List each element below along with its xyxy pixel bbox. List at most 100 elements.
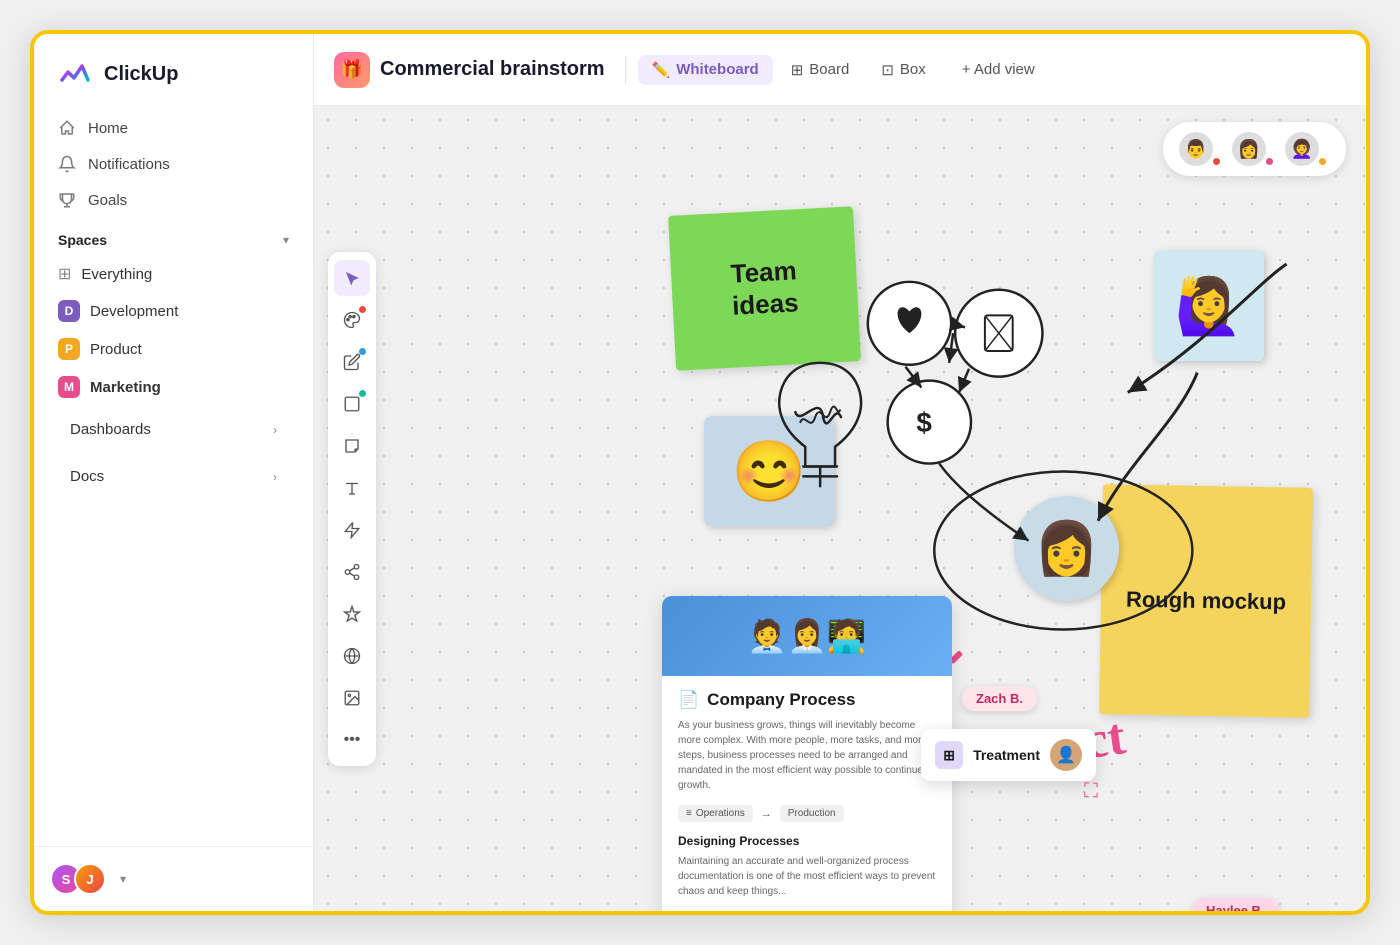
flow-from: ≡ Operations — [678, 805, 753, 822]
tool-lightning[interactable] — [334, 512, 370, 548]
logo-area[interactable]: ClickUp — [34, 34, 313, 110]
man-face-icon: 😊 — [732, 436, 807, 507]
tool-more[interactable]: ••• — [334, 722, 370, 758]
home-label: Home — [88, 120, 128, 137]
doc-icon: 📄 — [678, 690, 699, 710]
sidebar-item-notifications[interactable]: Notifications — [46, 146, 301, 182]
cursor-icon: ⛶ — [1084, 780, 1098, 803]
sidebar-item-everything[interactable]: ⊞ Everything — [46, 256, 301, 292]
sticky-note-green[interactable]: Teamideas — [668, 206, 861, 370]
tab-box[interactable]: ⊡ Box — [867, 55, 939, 85]
tool-square[interactable] — [334, 386, 370, 422]
pencil-tool-icon — [343, 353, 361, 371]
sidebar-navigation: Home Notifications Goals Spaces ▾ — [34, 110, 313, 846]
user-menu-chevron-icon: ▾ — [120, 872, 126, 886]
collaborator-avatars: 👨 👩 👩‍🦱 — [1163, 122, 1346, 176]
tool-palette[interactable] — [334, 302, 370, 338]
sidebar-item-goals[interactable]: Goals — [46, 182, 301, 218]
sticky-green-text: Teamideas — [730, 256, 800, 322]
grid-icon: ⊞ — [58, 264, 71, 284]
doc-card-subtext: Maintaining an accurate and well-organiz… — [678, 854, 936, 899]
tool-share[interactable] — [334, 554, 370, 590]
square-tool-icon — [343, 395, 361, 413]
more-dots-icon: ••• — [344, 731, 361, 749]
board-tab-label: Board — [809, 61, 849, 78]
topbar-brand: 🎁 Commercial brainstorm — [334, 52, 605, 88]
project-title: Commercial brainstorm — [380, 58, 605, 81]
doc-card-subtitle: Designing Processes — [678, 834, 936, 848]
sidebar-item-docs[interactable]: Docs › — [58, 459, 289, 494]
docs-label: Docs — [70, 468, 104, 485]
add-view-label: + Add view — [962, 61, 1035, 78]
user-avatars: S J — [50, 863, 106, 895]
whiteboard-tab-label: Whiteboard — [676, 61, 759, 78]
everything-label: Everything — [81, 266, 152, 283]
pencil-dot — [359, 348, 366, 355]
tool-sparkle[interactable] — [334, 596, 370, 632]
treatment-avatar-face: 👤 — [1056, 745, 1076, 765]
topbar: 🎁 Commercial brainstorm ✏️ Whiteboard ⊞ … — [314, 34, 1366, 106]
add-view-button[interactable]: + Add view — [948, 55, 1049, 84]
avatar2-status-dot — [1266, 158, 1273, 165]
whiteboard-canvas[interactable]: ••• Teamideas Rough mockup 👨 👩 — [314, 106, 1366, 911]
woman-face-icon: 🙋‍♀️ — [1175, 274, 1243, 339]
square-dot — [359, 390, 366, 397]
share-tool-icon — [343, 563, 361, 581]
sidebar-item-development[interactable]: D Development — [46, 292, 301, 330]
tab-board[interactable]: ⊞ Board — [777, 55, 864, 85]
tool-image[interactable] — [334, 680, 370, 716]
tool-globe[interactable] — [334, 638, 370, 674]
photo-woman-top: 🙋‍♀️ — [1154, 251, 1264, 361]
dashboards-label: Dashboards — [70, 421, 151, 438]
tool-text[interactable] — [334, 470, 370, 506]
goals-label: Goals — [88, 192, 127, 209]
docs-chevron-icon: › — [273, 470, 277, 484]
tab-whiteboard[interactable]: ✏️ Whiteboard — [638, 55, 773, 85]
photo-man: 😊 — [704, 416, 834, 526]
globe-tool-icon — [343, 647, 361, 665]
doc-card-text: As your business grows, things will inev… — [678, 718, 936, 793]
cursor-tool-icon — [343, 269, 361, 287]
sidebar-item-home[interactable]: Home — [46, 110, 301, 146]
box-tab-icon: ⊡ — [881, 61, 894, 79]
trophy-icon — [58, 191, 76, 209]
tool-pencil[interactable] — [334, 344, 370, 380]
avatar-j: J — [74, 863, 106, 895]
svg-text:$: $ — [916, 407, 932, 438]
avatar1-status-dot — [1213, 158, 1220, 165]
doc-card-body: 📄 Company Process As your business grows… — [662, 676, 952, 911]
clickup-logo-icon — [58, 56, 94, 92]
flow-to: Production — [780, 805, 844, 822]
palette-tool-icon — [343, 311, 361, 329]
zach-label-badge: Zach B. — [962, 686, 1037, 711]
sidebar-item-product[interactable]: P Product — [46, 330, 301, 368]
dashboards-chevron-icon: › — [273, 423, 277, 437]
marketing-badge: M — [58, 376, 80, 398]
development-label: Development — [90, 303, 178, 320]
home-icon — [58, 119, 76, 137]
view-tabs: ✏️ Whiteboard ⊞ Board ⊡ Box + Add view — [638, 55, 1049, 85]
doc-card[interactable]: 🧑‍💼👩‍💼🧑‍💻 📄 Company Process As your busi… — [662, 596, 952, 911]
doc-card-header: 🧑‍💼👩‍💼🧑‍💻 — [662, 596, 952, 676]
tool-cursor[interactable] — [334, 260, 370, 296]
sticky-yellow-text: Rough mockup — [1126, 586, 1287, 615]
spaces-header[interactable]: Spaces ▾ — [46, 218, 301, 256]
tool-sticky[interactable] — [334, 428, 370, 464]
sidebar-item-marketing[interactable]: M Marketing — [46, 368, 301, 406]
sidebar-bottom[interactable]: S J ▾ — [34, 846, 313, 911]
palette-dot — [359, 306, 366, 313]
sidebar-item-dashboards[interactable]: Dashboards › — [58, 412, 289, 447]
doc-card-flow: ≡ Operations → Production — [678, 805, 936, 822]
board-tab-icon: ⊞ — [791, 61, 804, 79]
app-name: ClickUp — [104, 63, 178, 86]
topbar-divider — [625, 56, 626, 84]
flow-arrow-icon: → — [761, 808, 772, 820]
photo-woman-center: 👩 — [1014, 496, 1119, 601]
project-icon: 🎁 — [334, 52, 370, 88]
treatment-card[interactable]: ⊞ Treatment 👤 — [921, 729, 1096, 781]
marketing-label: Marketing — [90, 379, 161, 396]
sticky-note-yellow[interactable]: Rough mockup — [1099, 484, 1313, 718]
spaces-label: Spaces — [58, 232, 107, 248]
product-label: Product — [90, 341, 142, 358]
sticky-tool-icon — [343, 437, 361, 455]
